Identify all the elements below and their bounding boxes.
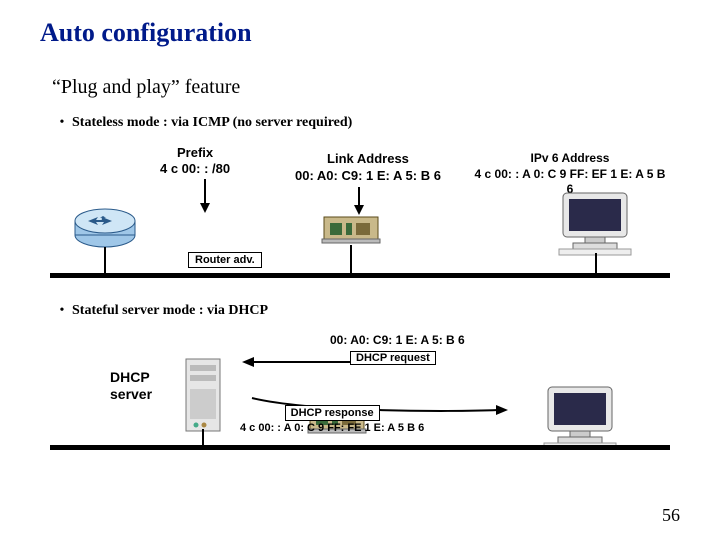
bullet-dot-icon: • [52, 115, 72, 131]
dhcp-request-label: DHCP request [350, 351, 436, 365]
server-icon [180, 355, 232, 446]
link-address-value: 00: A0: C9: 1 E: A 5: B 6 [295, 168, 441, 185]
dhcp-response-address: 4 c 00: : A 0: C 9 FF: FE 1 E: A 5 B 6 [240, 422, 424, 434]
stateful-diagram: DHCP server 00: A0: C9: 1 E: A 5: B 6 DH… [50, 333, 670, 463]
bullet-stateless-text: Stateless mode : via ICMP (no server req… [72, 115, 352, 131]
prefix-value: 4 c 00: : /80 [160, 161, 230, 177]
bus-drop [350, 245, 352, 273]
slide-title: Auto configuration [40, 18, 680, 48]
mac-address-label: 00: A0: C9: 1 E: A 5: B 6 [330, 333, 465, 347]
prefix-block: Prefix 4 c 00: : /80 [160, 145, 230, 176]
dhcp-response-block: DHCP response 4 c 00: : A 0: C 9 FF: FE … [240, 405, 424, 436]
slide-subtitle: “Plug and play” feature [52, 76, 680, 99]
arrow-left-icon [240, 355, 360, 374]
bullet-stateful-text: Stateful server mode : via DHCP [72, 303, 268, 319]
dhcp-server-label-1: DHCP [110, 369, 152, 386]
dhcp-server-label-2: server [110, 386, 152, 403]
bus-drop [202, 429, 204, 445]
ipv6-address-title: IPv 6 Address [470, 151, 670, 167]
stateless-diagram: Prefix 4 c 00: : /80 Link Address 00: A0… [50, 145, 670, 285]
bullet-stateful: • Stateful server mode : via DHCP [52, 303, 680, 319]
network-bus-line [50, 273, 670, 278]
router-adv-label: Router adv. [188, 252, 262, 268]
computer-icon [555, 189, 645, 262]
arrow-down-icon [198, 179, 212, 218]
bullet-dot-icon: • [52, 303, 72, 319]
prefix-label: Prefix [160, 145, 230, 161]
bullet-stateless: • Stateless mode : via ICMP (no server r… [52, 115, 680, 131]
link-address-title: Link Address [295, 151, 441, 168]
link-address-block: Link Address 00: A0: C9: 1 E: A 5: B 6 [295, 151, 441, 185]
dhcp-response-label: DHCP response [285, 405, 380, 421]
nic-card-icon [320, 213, 390, 258]
page-number: 56 [662, 505, 680, 526]
dhcp-server-label: DHCP server [110, 369, 152, 403]
bus-drop [595, 253, 597, 273]
bus-drop [104, 247, 106, 273]
